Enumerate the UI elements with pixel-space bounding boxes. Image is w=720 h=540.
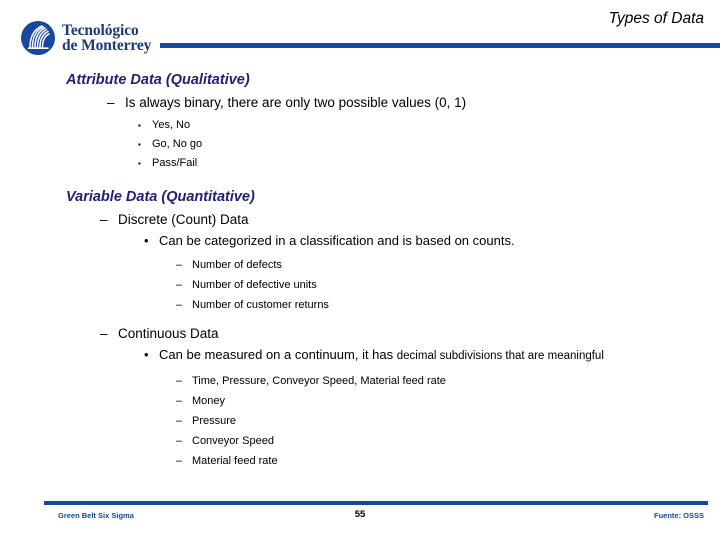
list-item: – Is always binary, there are only two p… [107, 94, 720, 111]
list-item-label: Material feed rate [192, 455, 278, 467]
list-item-label: Go, No go [152, 138, 203, 150]
dash-bullet-icon: – [176, 375, 183, 387]
list-item-label: Number of customer returns [192, 299, 329, 311]
dash-bullet-icon: – [176, 435, 183, 447]
square-bullet-icon: ▪ [138, 159, 141, 168]
list-item: – Material feed rate [176, 454, 720, 469]
square-bullet-icon: ▪ [138, 121, 141, 130]
list-item-label: Pass/Fail [152, 157, 198, 169]
list-item: – Time, Pressure, Conveyor Speed, Materi… [176, 374, 720, 389]
list-item-label: Can be measured on a continuum, it has d… [159, 347, 649, 364]
page-title: Types of Data [608, 10, 704, 27]
brand-wordmark-line2: de Monterrey [62, 37, 152, 54]
slide-body: Attribute Data (Qualitative) – Is always… [0, 56, 720, 469]
list-item-label: Number of defective units [192, 279, 317, 291]
section-heading-variable-data: Variable Data (Quantitative) [66, 189, 255, 205]
dash-bullet-icon: – [100, 326, 108, 341]
list-item: • Can be categorized in a classification… [144, 233, 720, 249]
dash-bullet-icon: – [176, 299, 183, 311]
list-item-label: Number of defects [192, 259, 282, 271]
slide-header: Tecnológico de Monterrey Types of Data [0, 0, 720, 56]
list-item: – Number of defective units [176, 278, 720, 293]
list-item-label: Conveyor Speed [192, 435, 274, 447]
dash-bullet-icon: – [176, 395, 183, 407]
footer-source-label: Fuente: OSSS [653, 511, 704, 520]
list-item-label: Time, Pressure, Conveyor Speed, Material… [192, 375, 446, 387]
brand-wordmark-line1: Tecnológico [62, 21, 139, 39]
list-item: – Pressure [176, 414, 720, 429]
list-item-label: Continuous Data [118, 326, 219, 341]
list-item-label: Money [192, 395, 226, 407]
list-item: ▪ Pass/Fail [138, 156, 720, 171]
page-number: 55 [354, 509, 366, 520]
list-item-label: Pressure [192, 415, 237, 427]
square-bullet-icon: ▪ [138, 140, 141, 149]
list-item: ▪ Go, No go [138, 137, 720, 152]
tec-monterrey-emblem-icon [21, 21, 55, 55]
list-item-label: Can be categorized in a classification a… [159, 233, 515, 248]
list-item: – Continuous Data [100, 325, 720, 342]
list-item-label: Discrete (Count) Data [118, 212, 249, 227]
list-item: – Money [176, 394, 720, 409]
dash-bullet-icon: – [176, 455, 183, 467]
list-item: – Number of defects [176, 258, 720, 273]
dash-bullet-icon: – [107, 95, 115, 110]
dash-bullet-icon: – [176, 259, 183, 271]
list-item: – Number of customer returns [176, 298, 720, 313]
round-bullet-icon: • [144, 347, 149, 362]
dash-bullet-icon: – [176, 279, 183, 291]
list-item: – Discrete (Count) Data [100, 211, 720, 228]
list-item: – Conveyor Speed [176, 434, 720, 449]
section-heading-attribute-data: Attribute Data (Qualitative) [66, 72, 250, 88]
list-item: • Can be measured on a continuum, it has… [144, 347, 649, 364]
round-bullet-icon: • [144, 233, 149, 248]
brand-logo: Tecnológico de Monterrey [20, 20, 151, 56]
header-divider [160, 43, 720, 48]
list-item: ▪ Yes, No [138, 118, 720, 133]
list-item-label-main: Can be measured on a continuum, it has [159, 347, 397, 362]
list-item-label-emphasis: decimal subdivisions that are meaningful [396, 350, 604, 362]
footer-divider [44, 501, 708, 505]
list-item-label: Yes, No [152, 119, 191, 131]
dash-bullet-icon: – [100, 212, 108, 227]
brand-wordmark: Tecnológico de Monterrey [62, 21, 152, 54]
dash-bullet-icon: – [176, 415, 183, 427]
list-item-label: Is always binary, there are only two pos… [125, 95, 467, 110]
